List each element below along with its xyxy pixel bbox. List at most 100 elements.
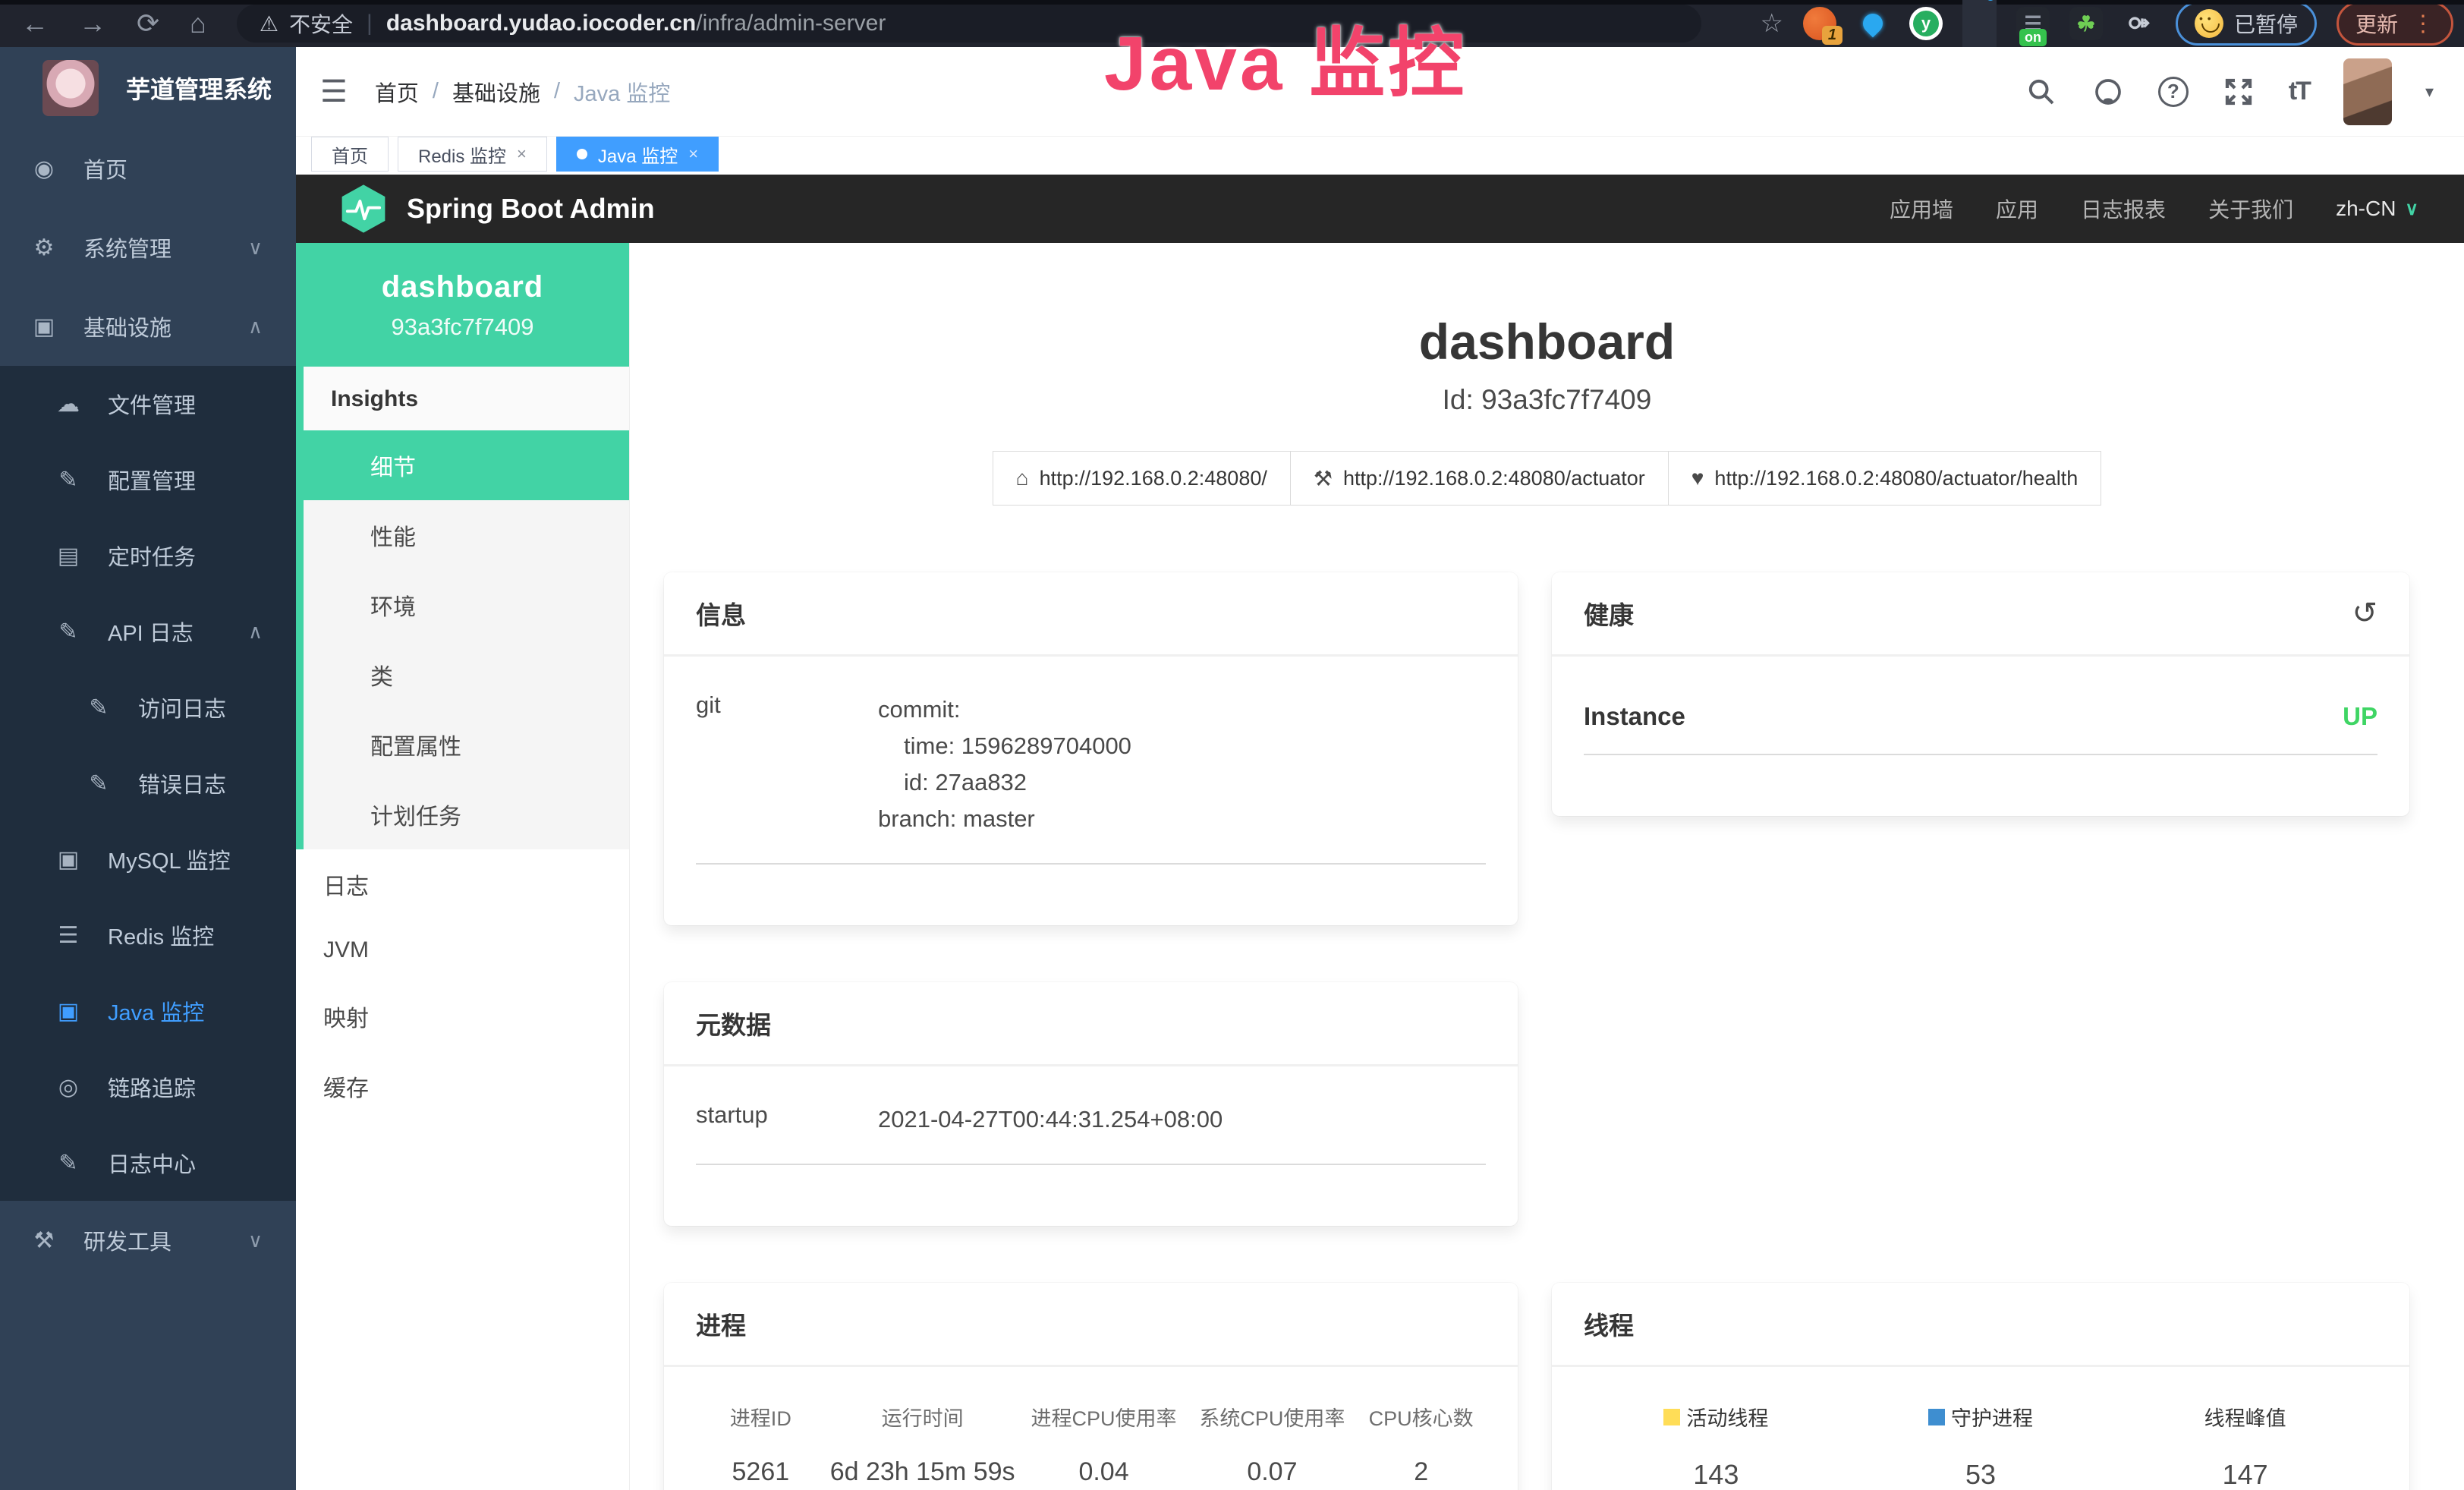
sba-app-name: dashboard (304, 270, 622, 304)
status-badge: UP (2343, 702, 2377, 731)
sba-item-mappings[interactable]: 映射 (296, 981, 629, 1051)
process-value-system-cpu: 0.07 (1188, 1457, 1356, 1487)
sidebar-item-error-logs[interactable]: ✎ 错误日志 (0, 745, 296, 821)
health-url: http://192.168.0.2:48080/actuator/health (1714, 467, 2078, 490)
browser-forward-button[interactable]: → (79, 8, 106, 39)
sba-item-jvm[interactable]: JVM (296, 919, 629, 981)
tab-home[interactable]: 首页 (311, 137, 389, 172)
annotation-java-monitor: Java 监控 (1104, 2, 1467, 112)
sidebar-item-mysql-monitor[interactable]: ▣ MySQL 监控 (0, 821, 296, 897)
legend-square-blue (1928, 1409, 1945, 1425)
sba-nav-journal[interactable]: 日志报表 (2081, 194, 2166, 224)
sba-brand[interactable]: Spring Boot Admin (338, 184, 655, 234)
sidebar-item-dev-tools[interactable]: ⚒ 研发工具 ∨ (0, 1201, 296, 1280)
sidebar-item-home[interactable]: ◉ 首页 (0, 129, 296, 208)
sidebar-item-label: 访问日志 (138, 691, 226, 723)
sba-item-classes[interactable]: 类 (304, 640, 629, 710)
extension-icon-orange[interactable]: 1 (1803, 7, 1836, 40)
breadcrumb-separator: / (554, 79, 560, 104)
sba-nav-about[interactable]: 关于我们 (2208, 194, 2293, 224)
chevron-up-icon: ∧ (248, 620, 263, 644)
threads-card-title: 线程 (1584, 1306, 1634, 1342)
sba-app-id: 93a3fc7f7409 (304, 313, 622, 341)
breadcrumb-infrastructure[interactable]: 基础设施 (452, 76, 540, 108)
sba-item-scheduled-tasks[interactable]: 计划任务 (304, 780, 629, 849)
sidebar-item-tracing[interactable]: ◎ 链路追踪 (0, 1049, 296, 1125)
fullscreen-icon[interactable] (2222, 75, 2255, 109)
tab-label: Redis 监控 (418, 141, 506, 168)
sba-nav-applications[interactable]: 应用 (1996, 194, 2038, 224)
close-icon[interactable]: × (517, 144, 527, 164)
instance-id: Id: 93a3fc7f7409 (630, 384, 2464, 416)
breadcrumb-home[interactable]: 首页 (375, 76, 419, 108)
sba-item-caches[interactable]: 缓存 (296, 1051, 629, 1121)
legend-peak-threads: 线程峰值 (2113, 1402, 2377, 1432)
sidebar-item-system-management[interactable]: ⚙ 系统管理 ∨ (0, 208, 296, 287)
sba-item-details[interactable]: 细节 (304, 430, 629, 500)
legend-label: 活动线程 (1686, 1402, 1768, 1432)
process-value-cpus: 2 (1356, 1457, 1486, 1487)
not-secure-label[interactable]: 不安全 (289, 8, 353, 39)
paused-status-pill[interactable]: 已暂停 (2176, 2, 2317, 46)
update-button[interactable]: 更新 ⋮ (2337, 2, 2453, 46)
github-icon[interactable] (2091, 75, 2125, 109)
sidebar-item-api-logs[interactable]: ✎ API 日志 ∧ (0, 594, 296, 669)
edit-icon: ✎ (55, 467, 82, 493)
sidebar-item-infrastructure[interactable]: ▣ 基础设施 ∧ (0, 287, 296, 366)
health-url-link[interactable]: ♥ http://192.168.0.2:48080/actuator/heal… (1669, 451, 2102, 506)
service-url-link[interactable]: ⌂ http://192.168.0.2:48080/ (993, 451, 1291, 506)
map-pin-extension-icon[interactable] (1856, 7, 1890, 40)
sba-nav-wallboard[interactable]: 应用墙 (1890, 194, 1953, 224)
extension-badge: 1 (1822, 26, 1842, 45)
sba-item-metrics[interactable]: 性能 (304, 500, 629, 570)
sba-app-header[interactable]: dashboard 93a3fc7f7409 (296, 243, 629, 367)
git-time-line: time: 1596289704000 (878, 728, 1131, 764)
app-title: 芋道管理系统 (126, 71, 272, 106)
close-icon[interactable]: × (688, 144, 698, 164)
user-avatar[interactable] (2343, 58, 2392, 125)
bookmark-star-icon[interactable]: ☆ (1760, 8, 1783, 39)
font-size-icon[interactable]: tT (2289, 77, 2310, 106)
heart-icon: ♥ (1691, 466, 1704, 490)
process-header-cpus: CPU核心数 (1356, 1402, 1486, 1432)
caret-down-icon[interactable]: ▾ (2425, 82, 2434, 102)
sba-locale-select[interactable]: zh-CN ∨ (2336, 197, 2418, 221)
actuator-url: http://192.168.0.2:48080/actuator (1343, 467, 1645, 490)
monitor-icon: ▣ (55, 846, 82, 873)
browser-menu-icon[interactable]: ⋮ (2412, 11, 2434, 37)
health-instance-row[interactable]: Instance UP (1584, 691, 2377, 755)
health-card: 健康 ↺ Instance UP (1552, 572, 2409, 816)
sidebar-item-access-logs[interactable]: ✎ 访问日志 (0, 669, 296, 745)
address-bar[interactable]: ⚠ 不安全 | dashboard.yudao.iocoder.cn /infr… (237, 5, 1701, 43)
help-icon[interactable]: ? (2158, 77, 2189, 107)
extensions-puzzle-icon[interactable] (2123, 7, 2156, 40)
sidebar-item-scheduled-tasks[interactable]: ▤ 定时任务 (0, 518, 296, 594)
chevron-down-icon: ∨ (248, 1229, 263, 1252)
sidebar-item-label: 定时任务 (108, 540, 196, 572)
tab-redis-monitor[interactable]: Redis 监控 × (398, 137, 547, 172)
tab-java-monitor[interactable]: Java 监控 × (556, 137, 719, 172)
browser-home-button[interactable]: ⌂ (190, 8, 206, 39)
leaf-extension-icon[interactable] (2069, 7, 2103, 40)
browser-reload-button[interactable]: ⟳ (137, 8, 159, 39)
sidebar-item-file-management[interactable]: ☁ 文件管理 (0, 366, 296, 442)
sba-item-environment[interactable]: 环境 (304, 570, 629, 640)
green-extension-icon[interactable]: y (1909, 7, 1943, 40)
sidebar-item-java-monitor[interactable]: ▣ Java 监控 (0, 973, 296, 1049)
sba-item-config-props[interactable]: 配置属性 (304, 710, 629, 780)
app-logo-row[interactable]: 芋道管理系统 (0, 47, 296, 129)
history-icon[interactable]: ↺ (2352, 596, 2377, 631)
sidebar-item-label: 研发工具 (83, 1224, 172, 1256)
update-label: 更新 (2355, 8, 2398, 39)
browser-back-button[interactable]: ← (21, 8, 49, 39)
sidebar-item-log-center[interactable]: ✎ 日志中心 (0, 1125, 296, 1201)
switch-extension-icon[interactable]: on (2016, 7, 2050, 40)
paused-label: 已暂停 (2234, 8, 2298, 39)
actuator-url-link[interactable]: ⚒ http://192.168.0.2:48080/actuator (1291, 451, 1669, 506)
sidebar-item-redis-monitor[interactable]: ☰ Redis 监控 (0, 897, 296, 973)
sidebar-collapse-icon[interactable]: ☰ (320, 74, 348, 109)
sba-item-logs[interactable]: 日志 (296, 849, 629, 919)
sidebar-item-config-management[interactable]: ✎ 配置管理 (0, 442, 296, 518)
search-icon[interactable] (2025, 75, 2058, 109)
threads-stats: 活动线程 守护进程 线程峰值 143 53 147 (1584, 1402, 2377, 1490)
